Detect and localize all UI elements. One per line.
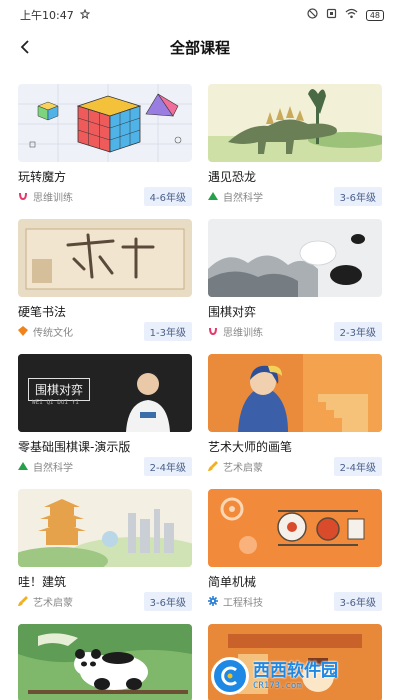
app-header: 全部课程 (0, 30, 400, 64)
course-thumbnail-calligraphy (18, 219, 192, 297)
course-grid: 玩转魔方 思维训练 4-6年级 遇见恐龙 自然科学 3-6年级 硬笔书法 传统文… (0, 64, 400, 700)
mountain-icon (208, 191, 218, 201)
course-category: 工程科技 (223, 597, 263, 609)
course-category: 艺术启蒙 (33, 597, 73, 609)
course-title: 哇！建筑 (18, 575, 67, 589)
course-title: 围棋对弈 (208, 305, 257, 319)
course-card[interactable]: 简单机械 工程科技 3-6年级 (208, 489, 382, 611)
course-card[interactable]: 围棋对弈 思维训练 2-3年级 (208, 219, 382, 341)
wifi-icon (345, 8, 358, 22)
do-not-disturb-icon (307, 8, 318, 22)
notification-icon (79, 8, 90, 22)
course-card[interactable]: 艺术大师的画笔 艺术启蒙 2-4年级 (208, 354, 382, 476)
sim-icon (326, 8, 337, 22)
gear-icon (208, 596, 218, 606)
grade-badge: 2-3年级 (333, 321, 382, 341)
watermark: 西西软件园 CR173.com (211, 656, 386, 696)
course-title: 玩转魔方 (18, 170, 67, 184)
course-category: 传统文化 (33, 327, 73, 339)
grade-badge: 2-4年级 (143, 456, 192, 476)
course-thumbnail-dinosaur (208, 84, 382, 162)
course-category: 艺术启蒙 (223, 462, 263, 474)
mountain-icon (18, 461, 28, 471)
course-card[interactable]: 硬笔书法 传统文化 1-3年级 (18, 219, 192, 341)
grade-badge: 4-6年级 (143, 186, 192, 206)
course-title: 遇见恐龙 (208, 170, 257, 184)
course-thumbnail-panda (18, 624, 192, 700)
status-bar: 上午10:47 48 (0, 0, 400, 30)
thinking-icon (208, 326, 218, 336)
grade-badge: 3-6年级 (333, 186, 382, 206)
course-card[interactable]: 哇！建筑 艺术启蒙 3-6年级 (18, 489, 192, 611)
course-thumbnail-go-teacher: 围棋对弈 WEI QI DUI YI (18, 354, 192, 432)
course-category: 思维训练 (223, 327, 263, 339)
back-button[interactable] (16, 37, 36, 57)
grade-badge: 2-4年级 (333, 456, 382, 476)
course-category: 自然科学 (223, 192, 263, 204)
watermark-logo (211, 657, 249, 695)
course-thumbnail-architecture (18, 489, 192, 567)
course-title: 艺术大师的画笔 (208, 440, 293, 454)
course-thumbnail-go-stones (208, 219, 382, 297)
course-title: 硬笔书法 (18, 305, 67, 319)
course-title: 简单机械 (208, 575, 257, 589)
course-thumbnail-painting (208, 354, 382, 432)
course-card[interactable] (18, 624, 192, 700)
course-card[interactable]: 玩转魔方 思维训练 4-6年级 (18, 84, 192, 206)
go-banner-title: 围棋对弈 (35, 383, 84, 397)
brush-icon (18, 596, 28, 606)
watermark-subtitle: CR173.com (253, 681, 302, 691)
course-thumbnail-rubiks-cube (18, 84, 192, 162)
thinking-icon (18, 191, 28, 201)
battery-icon: 48 (365, 9, 384, 21)
culture-icon (18, 326, 28, 336)
page-title: 全部课程 (169, 38, 230, 57)
course-card[interactable]: 遇见恐龙 自然科学 3-6年级 (208, 84, 382, 206)
go-banner-subtitle: WEI QI DUI YI (32, 399, 79, 406)
course-category: 自然科学 (33, 462, 73, 474)
chevron-left-icon (20, 40, 29, 54)
brush-icon (208, 461, 218, 471)
course-category: 思维训练 (33, 192, 73, 204)
grade-badge: 1-3年级 (143, 321, 192, 341)
course-card[interactable]: 围棋对弈 WEI QI DUI YI 零基础围棋课-演示版 自然科学 2-4年级 (18, 354, 192, 476)
course-thumbnail-machinery (208, 489, 382, 567)
status-time: 上午10:47 (20, 9, 74, 22)
grade-badge: 3-6年级 (143, 591, 192, 611)
course-title: 零基础围棋课-演示版 (18, 440, 131, 454)
grade-badge: 3-6年级 (333, 591, 382, 611)
watermark-title: 西西软件园 (253, 661, 338, 681)
